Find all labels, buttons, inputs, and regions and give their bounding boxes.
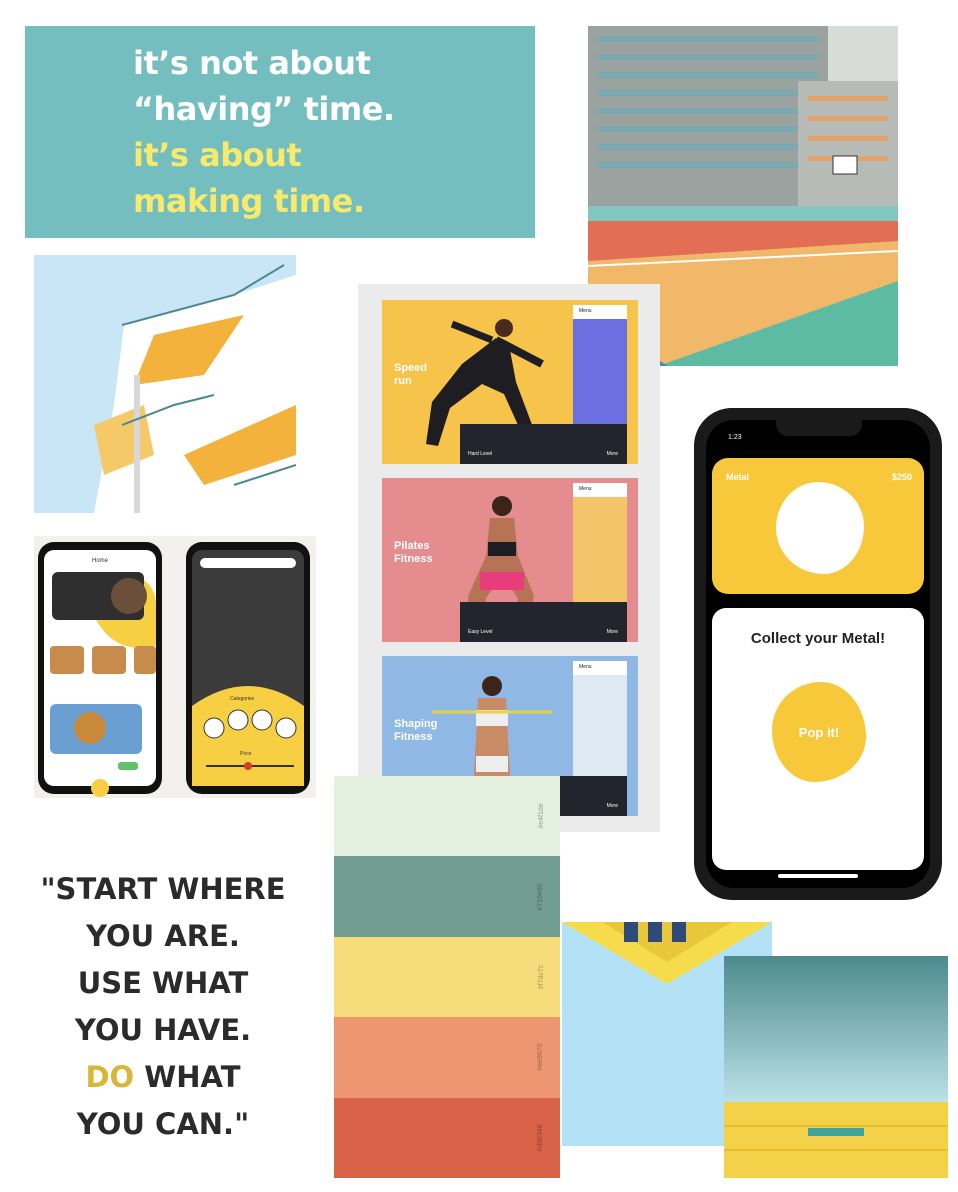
fitness-side-photo [573, 497, 627, 602]
swatch-code: #f7dc7c [538, 964, 546, 990]
quote-line: “having” time. [133, 90, 395, 128]
swatch-code: #e4f1de [537, 803, 545, 829]
pop-it-button[interactable]: Pop it! [772, 682, 866, 782]
palette-swatch: #ee9670 [334, 1017, 560, 1098]
quote-line-highlight: it’s about [133, 136, 302, 174]
quote-line: DO WHAT [18, 1054, 308, 1101]
quote-line-highlight: making time. [133, 182, 365, 220]
fitness-level-label: Hard Level [468, 451, 493, 457]
palette-swatch: #f7dc7c [334, 936, 560, 1018]
fitness-menu-button[interactable]: Menu [573, 483, 627, 497]
yellow-wall-photo [724, 956, 948, 1178]
metal-app-phone: 1:23 Metal $250 Collect your Metal! Pop … [694, 408, 942, 900]
metal-card[interactable]: Metal $250 [712, 458, 924, 594]
collect-card: Collect your Metal! Pop it! [712, 608, 924, 870]
building-illustration [34, 255, 296, 513]
home-indicator [778, 874, 858, 878]
quote-highlight: DO [85, 1060, 135, 1094]
fitness-more-link[interactable]: More [607, 803, 618, 809]
quote-line: YOU HAVE. [74, 1013, 252, 1047]
fitness-more-link[interactable]: More [607, 451, 618, 457]
metal-card-title: Metal [726, 472, 750, 482]
metal-card-price: $250 [891, 472, 912, 482]
food-app-mockup: Home Categories Price [34, 536, 316, 798]
palette-swatch: #e4f1de [334, 776, 560, 857]
food-app-home-title: Home [92, 558, 109, 564]
fitness-card-title: Shaping Fitness [394, 718, 438, 743]
fitness-more-link[interactable]: More [607, 629, 618, 635]
fitness-app-mockup: Speed run Menu Hard Level More Pilates Fit… [358, 284, 660, 832]
fitness-level-label: Easy Level [468, 629, 493, 635]
phone-screen: 1:23 Metal $250 Collect your Metal! Pop … [706, 420, 930, 888]
fitness-card-title: Speed run [394, 362, 428, 387]
fitness-card-pilates: Pilates Fitness Menu Easy Level More [382, 478, 638, 642]
palette-swatch: #d96348 [334, 1097, 560, 1178]
fitness-side-photo [573, 319, 627, 424]
fitness-side-photo [573, 675, 627, 780]
food-app-illustration [38, 542, 310, 797]
fitness-card-footer: Hard Level More [460, 424, 627, 464]
fitness-menu-button[interactable]: Menu [573, 661, 627, 675]
fitness-card-title: Pilates Fitness [394, 540, 433, 565]
collect-heading: Collect your Metal! [750, 630, 886, 647]
quote-line: USE WHAT [77, 966, 249, 1000]
phone-notch [776, 420, 862, 436]
metal-blob-icon [776, 482, 864, 574]
food-app-price-label: Price [240, 751, 252, 757]
fitness-card-speed-run: Speed run Menu Hard Level More [382, 300, 638, 464]
status-time: 1:23 [728, 434, 742, 441]
quote-line: YOU CAN." [76, 1107, 250, 1141]
swatch-code: #d96348 [536, 1124, 544, 1152]
pool-illustration [724, 956, 948, 1178]
color-palette: #e4f1de #719e90 #f7dc7c #ee9670 #d96348 [334, 776, 560, 1178]
food-app-categories-title: Categories [230, 696, 255, 702]
quote-text: WHAT [134, 1060, 241, 1094]
swatch-code: #ee9670 [536, 1043, 544, 1071]
quote-block-bottom: "START WHERE YOU ARE. USE WHAT YOU HAVE.… [18, 866, 308, 1148]
quote-line: "START WHERE [40, 872, 286, 906]
fitness-card-footer: Easy Level More [460, 602, 627, 642]
quote-line: YOU ARE. [86, 919, 240, 953]
swatch-code: #719e90 [536, 882, 544, 911]
quote-banner-top: it’s not about “having” time. it’s about… [25, 26, 535, 238]
white-building-photo [34, 255, 296, 513]
quote-line: it’s not about [133, 44, 371, 82]
palette-swatch: #719e90 [334, 856, 560, 937]
fitness-menu-button[interactable]: Menu [573, 305, 627, 319]
